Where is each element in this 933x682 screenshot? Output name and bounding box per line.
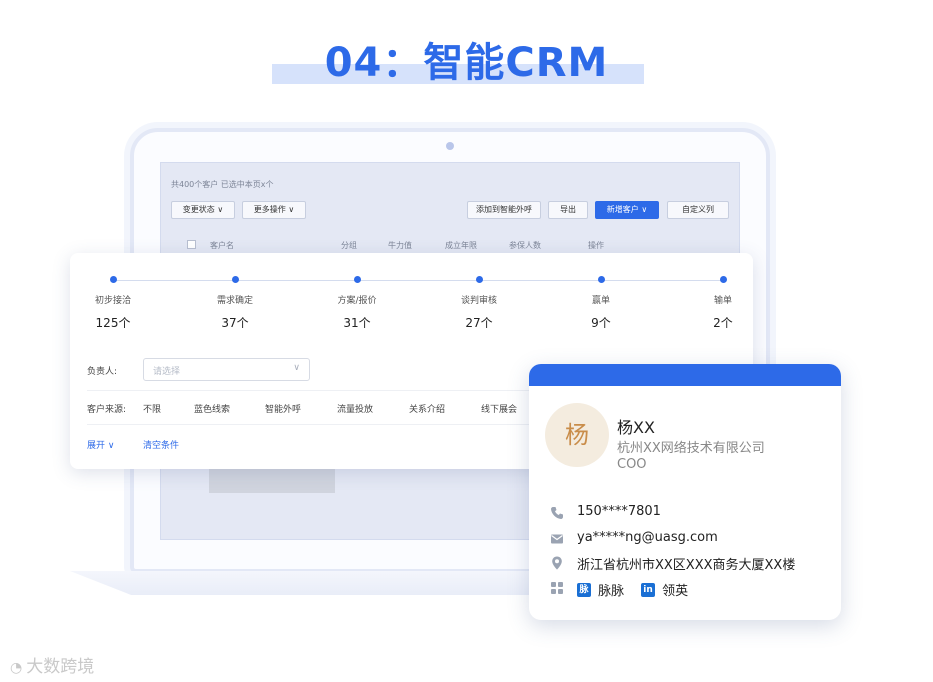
maimai-label: 脉脉 [598, 584, 625, 599]
column-header: 分组 [341, 241, 357, 250]
avatar: 杨 [545, 403, 609, 467]
stage-count: 27个 [465, 316, 493, 330]
source-option[interactable]: 智能外呼 [265, 402, 301, 415]
source-option[interactable]: 流量投放 [337, 402, 373, 415]
placeholder-block [209, 468, 335, 493]
address: 浙江省杭州市XX区XXX商务大厦XX楼 [577, 558, 796, 573]
stage-count: 9个 [591, 316, 611, 330]
mail-icon [551, 534, 563, 544]
watermark: ◔ 大数跨境 [10, 652, 94, 677]
owner-placeholder: 请选择 [153, 367, 181, 377]
stage-dot [353, 276, 361, 283]
stage-count: 125个 [95, 316, 131, 330]
stage-count: 37个 [221, 316, 249, 330]
change-status-button[interactable]: 变更状态 ∨ [171, 201, 235, 219]
funnel-stage[interactable]: 谈判审核 27个 [439, 276, 519, 331]
stage-count: 31个 [343, 316, 371, 330]
apps-grid-icon [551, 582, 563, 594]
contact-card: 杨 杨XX 杭州XX网络技术有限公司 COO 150****7801 ya***… [529, 364, 841, 620]
contact-name: 杨XX [617, 418, 655, 437]
contact-role: COO [617, 457, 647, 472]
funnel-stage[interactable]: 赢单 9个 [561, 276, 641, 331]
customer-summary: 共400个客户 已选中本页x个 [171, 180, 274, 189]
funnel-stage[interactable]: 需求确定 37个 [195, 276, 275, 331]
source-option[interactable]: 线下展会 [481, 402, 517, 415]
owner-label: 负责人: [87, 367, 118, 377]
clear-conditions-link[interactable]: 清空条件 [143, 438, 179, 451]
linkedin-link[interactable]: in 领英 [641, 579, 689, 599]
column-header: 操作 [588, 241, 604, 250]
source-option[interactable]: 蓝色线索 [194, 402, 230, 415]
contact-card-header [529, 364, 841, 386]
stage-dot [231, 276, 239, 283]
location-pin-icon [552, 556, 562, 570]
maimai-link[interactable]: 脉 脉脉 [577, 579, 625, 599]
stage-count: 2个 [713, 316, 733, 330]
page-title: 04：智能CRM [324, 40, 609, 86]
contact-company: 杭州XX网络技术有限公司 [617, 441, 765, 456]
stage-name: 方案/报价 [337, 296, 377, 306]
expand-link[interactable]: 展开 ∨ [87, 438, 114, 451]
phone-icon [551, 507, 563, 519]
more-actions-button[interactable]: 更多操作 ∨ [242, 201, 306, 219]
maimai-icon: 脉 [577, 582, 591, 597]
new-customer-button[interactable]: 新增客户 ∨ [595, 201, 659, 219]
column-header: 牛力值 [388, 241, 412, 250]
source-option[interactable]: 不限 [143, 402, 161, 415]
stage-name: 赢单 [591, 296, 610, 306]
linkedin-label: 领英 [662, 584, 689, 599]
phone-number: 150****7801 [577, 504, 661, 519]
linkedin-icon: in [641, 582, 655, 597]
stage-dot [597, 276, 605, 283]
watermark-text: 大数跨境 [26, 657, 95, 677]
export-button[interactable]: 导出 [548, 201, 588, 219]
add-ai-call-button[interactable]: 添加到智能外呼 [467, 201, 541, 219]
custom-columns-button[interactable]: 自定义列 [667, 201, 729, 219]
funnel-stage[interactable]: 方案/报价 31个 [317, 276, 397, 331]
funnel-stage[interactable]: 初步接洽 125个 [73, 276, 153, 331]
stage-dot [719, 276, 727, 283]
stage-dot [109, 276, 117, 283]
select-all-checkbox[interactable] [187, 240, 196, 249]
stage-name: 初步接洽 [94, 296, 131, 306]
owner-select[interactable]: 请选择 ∨ [143, 358, 310, 381]
column-header: 客户名 [210, 241, 234, 250]
stage-name: 输单 [713, 296, 732, 306]
source-label: 客户来源: [87, 405, 127, 415]
column-header: 成立年限 [445, 241, 477, 250]
camera-dot [446, 142, 454, 150]
stage-name: 谈判审核 [460, 296, 497, 306]
watermark-logo-icon: ◔ [10, 660, 23, 676]
email-address: ya*****ng@uasg.com [577, 530, 718, 545]
stage-name: 需求确定 [216, 296, 253, 306]
social-row: 脉 脉脉 in 领英 [549, 579, 829, 599]
column-header: 参保人数 [509, 241, 541, 250]
stage-dot [475, 276, 483, 283]
chevron-down-icon: ∨ [293, 363, 300, 373]
funnel-stage[interactable]: 输单 2个 [683, 276, 763, 331]
source-option[interactable]: 关系介绍 [409, 402, 445, 415]
